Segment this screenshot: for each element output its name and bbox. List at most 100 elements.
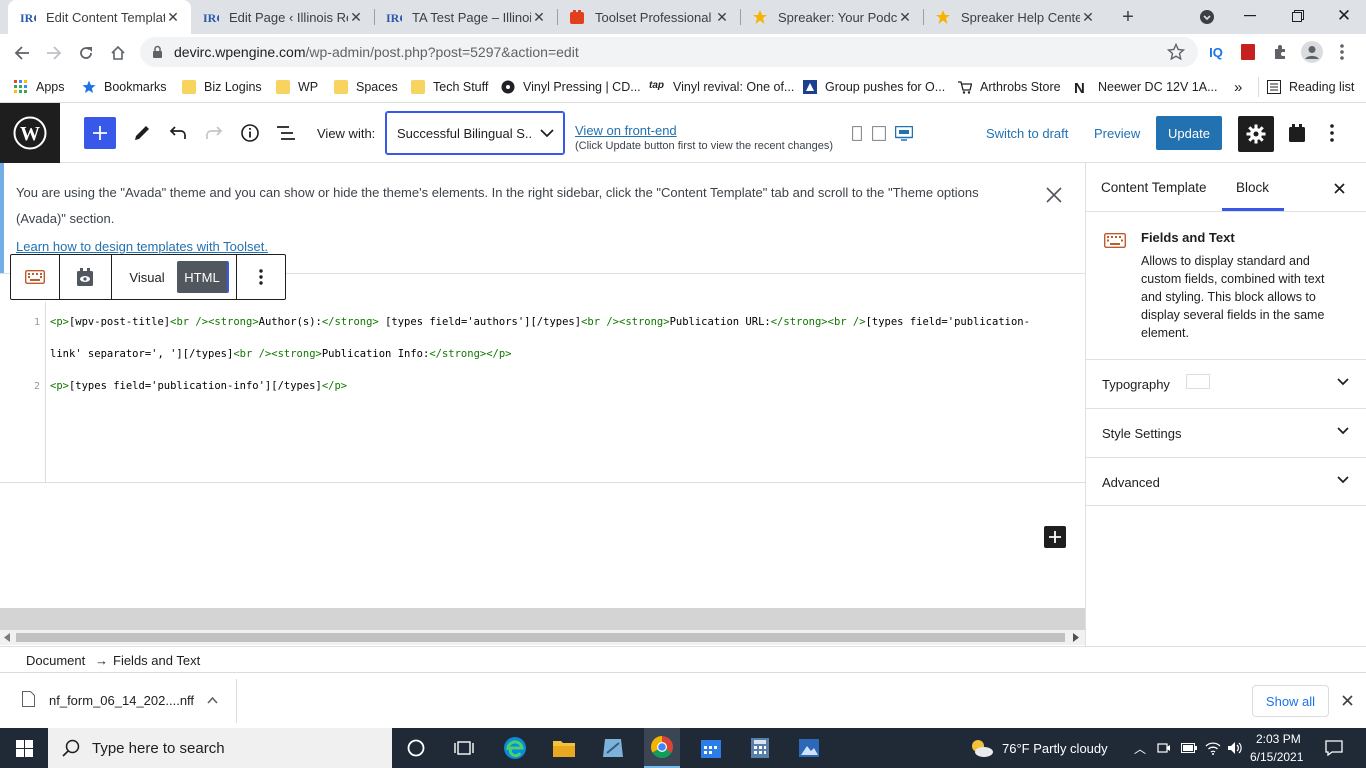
browser-tab-2[interactable]: IRC TA Test Page – Illinois R ✕ (374, 0, 557, 34)
panel-style-settings[interactable]: Style Settings (1086, 408, 1366, 457)
preview-button[interactable]: Preview (1094, 126, 1140, 141)
scroll-right-arrow-icon[interactable] (1073, 633, 1079, 642)
browser-tab-1[interactable]: IRC Edit Page ‹ Illinois Resc ✕ (191, 0, 374, 34)
taskbar-search-box[interactable]: Type here to search (48, 728, 392, 768)
dismiss-notice-close-icon[interactable] (1043, 184, 1065, 206)
options-menu-icon[interactable] (1322, 119, 1342, 147)
bookmark-vinyl-revival[interactable]: tap Vinyl revival: One of... (649, 77, 794, 97)
bookmark-vinyl-pressing[interactable]: Vinyl Pressing | CD... (501, 77, 641, 97)
tablet-preview-icon[interactable] (871, 125, 887, 141)
forward-icon[interactable] (42, 41, 66, 65)
breadcrumb-current-block[interactable]: Fields and Text (113, 653, 200, 668)
calculator-icon[interactable] (742, 728, 778, 768)
close-download-shelf-icon[interactable] (1342, 695, 1353, 706)
redo-icon[interactable] (200, 119, 228, 147)
horizontal-scrollbar[interactable] (0, 630, 1085, 645)
mobile-preview-icon[interactable] (850, 125, 864, 141)
bookmark-wp[interactable]: WP (276, 77, 318, 97)
panel-advanced[interactable]: Advanced (1086, 457, 1366, 506)
view-on-front-end-link[interactable]: View on front-end (575, 123, 677, 138)
reload-icon[interactable] (74, 41, 98, 65)
code-line[interactable]: link' separator=', '][/types]<br /><stro… (50, 348, 512, 360)
minimize-window-icon[interactable] (1236, 4, 1264, 28)
close-sidebar-icon[interactable] (1328, 177, 1350, 199)
clock-date[interactable]: 6/15/2021 (1250, 748, 1303, 766)
toolset-block-icon[interactable] (1284, 119, 1310, 147)
restore-window-icon[interactable] (1284, 4, 1312, 28)
show-hidden-icons-chevron-icon[interactable]: ︿ (1134, 728, 1146, 768)
bookmark-bookmarks[interactable]: Bookmarks (82, 77, 167, 97)
cortana-icon[interactable] (400, 728, 432, 768)
browser-tab-3[interactable]: Toolset Professional Su ✕ (557, 0, 740, 34)
lock-icon[interactable] (152, 45, 163, 59)
calendar-icon[interactable] (693, 728, 729, 768)
settings-gear-icon[interactable] (1238, 116, 1274, 152)
reading-list-button[interactable]: Reading list (1258, 77, 1354, 97)
view-with-select[interactable]: Successful Bilingual S... (385, 111, 565, 155)
bookmark-star-icon[interactable] (1167, 43, 1185, 61)
iq-extension-icon[interactable]: IQ (1206, 42, 1226, 62)
block-more-options-icon[interactable] (237, 255, 285, 299)
task-view-icon[interactable] (448, 728, 480, 768)
html-code-editor[interactable]: 1 <p>[wpv-post-title]<br /><strong>Autho… (0, 273, 1085, 483)
back-icon[interactable] (10, 41, 34, 65)
extensions-puzzle-icon[interactable] (1270, 42, 1290, 62)
insert-block-button[interactable] (1044, 526, 1066, 548)
bookmark-tech-stuff[interactable]: Tech Stuff (411, 77, 488, 97)
code-line[interactable]: <p>[wpv-post-title]<br /><strong>Author(… (50, 316, 1030, 328)
clock-time[interactable]: 2:03 PM (1256, 730, 1301, 748)
add-block-button[interactable] (84, 117, 116, 149)
close-tab-icon[interactable]: ✕ (897, 9, 913, 25)
more-bookmarks-chevron-icon[interactable]: » (1234, 77, 1242, 97)
bookmark-neewer[interactable]: N Neewer DC 12V 1A... (1074, 77, 1218, 97)
fields-and-text-block-icon[interactable] (11, 255, 59, 299)
windows-start-icon[interactable] (0, 728, 48, 768)
scrollbar-thumb[interactable] (16, 633, 1065, 642)
breadcrumb-document[interactable]: Document (26, 653, 85, 668)
weather-text[interactable]: 76°F Partly cloudy (1002, 728, 1108, 768)
browser-tab-4[interactable]: Spreaker: Your Podcast ✕ (740, 0, 923, 34)
red-extension-icon[interactable] (1238, 42, 1258, 62)
close-window-icon[interactable]: ✕ (1330, 4, 1358, 28)
profile-avatar-icon[interactable] (1300, 40, 1324, 64)
download-file-name[interactable]: nf_form_06_14_202....nff (49, 693, 194, 708)
update-button[interactable]: Update (1156, 116, 1222, 150)
show-all-downloads-button[interactable]: Show all (1252, 685, 1329, 717)
bookmark-arthrobs[interactable]: Arthrobs Store (958, 77, 1061, 97)
file-explorer-icon[interactable] (546, 728, 582, 768)
undo-icon[interactable] (164, 119, 192, 147)
html-mode-button[interactable]: HTML (177, 261, 229, 293)
close-tab-icon[interactable]: ✕ (165, 9, 181, 25)
browser-tab-0[interactable]: IRC Edit Content Template ✕ (8, 0, 191, 34)
desktop-preview-icon[interactable] (894, 125, 914, 141)
bookmark-apps[interactable]: Apps (14, 77, 65, 97)
details-info-icon[interactable] (236, 119, 264, 147)
edit-tools-pencil-icon[interactable] (128, 119, 156, 147)
edge-browser-icon[interactable] (497, 728, 533, 768)
home-icon[interactable] (106, 41, 130, 65)
design-templates-link[interactable]: Learn how to design templates with Tools… (16, 239, 268, 254)
meet-now-icon[interactable] (1156, 728, 1172, 768)
browser-menu-icon[interactable] (1334, 40, 1350, 64)
close-tab-icon[interactable]: ✕ (531, 9, 547, 25)
visual-mode-button[interactable]: Visual (121, 255, 173, 299)
new-tab-button[interactable]: + (1116, 6, 1140, 28)
browser-tab-5[interactable]: Spreaker Help Center ✕ (923, 0, 1106, 34)
weather-partly-cloudy-icon[interactable] (968, 728, 996, 768)
bookmark-group-pushes[interactable]: Group pushes for O... (803, 77, 945, 97)
close-tab-icon[interactable]: ✕ (714, 9, 730, 25)
chevron-up-icon[interactable] (207, 697, 218, 704)
close-tab-icon[interactable]: ✕ (348, 9, 364, 25)
bookmark-biz-logins[interactable]: Biz Logins (182, 77, 262, 97)
snip-tool-icon[interactable] (595, 728, 631, 768)
tab-search-icon[interactable] (1198, 8, 1216, 26)
bookmark-spaces[interactable]: Spaces (334, 77, 398, 97)
tab-content-template[interactable]: Content Template (1101, 163, 1207, 211)
volume-icon[interactable] (1226, 728, 1244, 768)
switch-to-draft-button[interactable]: Switch to draft (986, 126, 1068, 141)
code-line[interactable]: <p>[types field='publication-info'][/typ… (50, 380, 347, 392)
list-view-icon[interactable] (272, 119, 300, 147)
toolset-preview-icon[interactable] (60, 255, 110, 299)
wifi-icon[interactable] (1204, 728, 1222, 768)
photos-icon[interactable] (791, 728, 827, 768)
